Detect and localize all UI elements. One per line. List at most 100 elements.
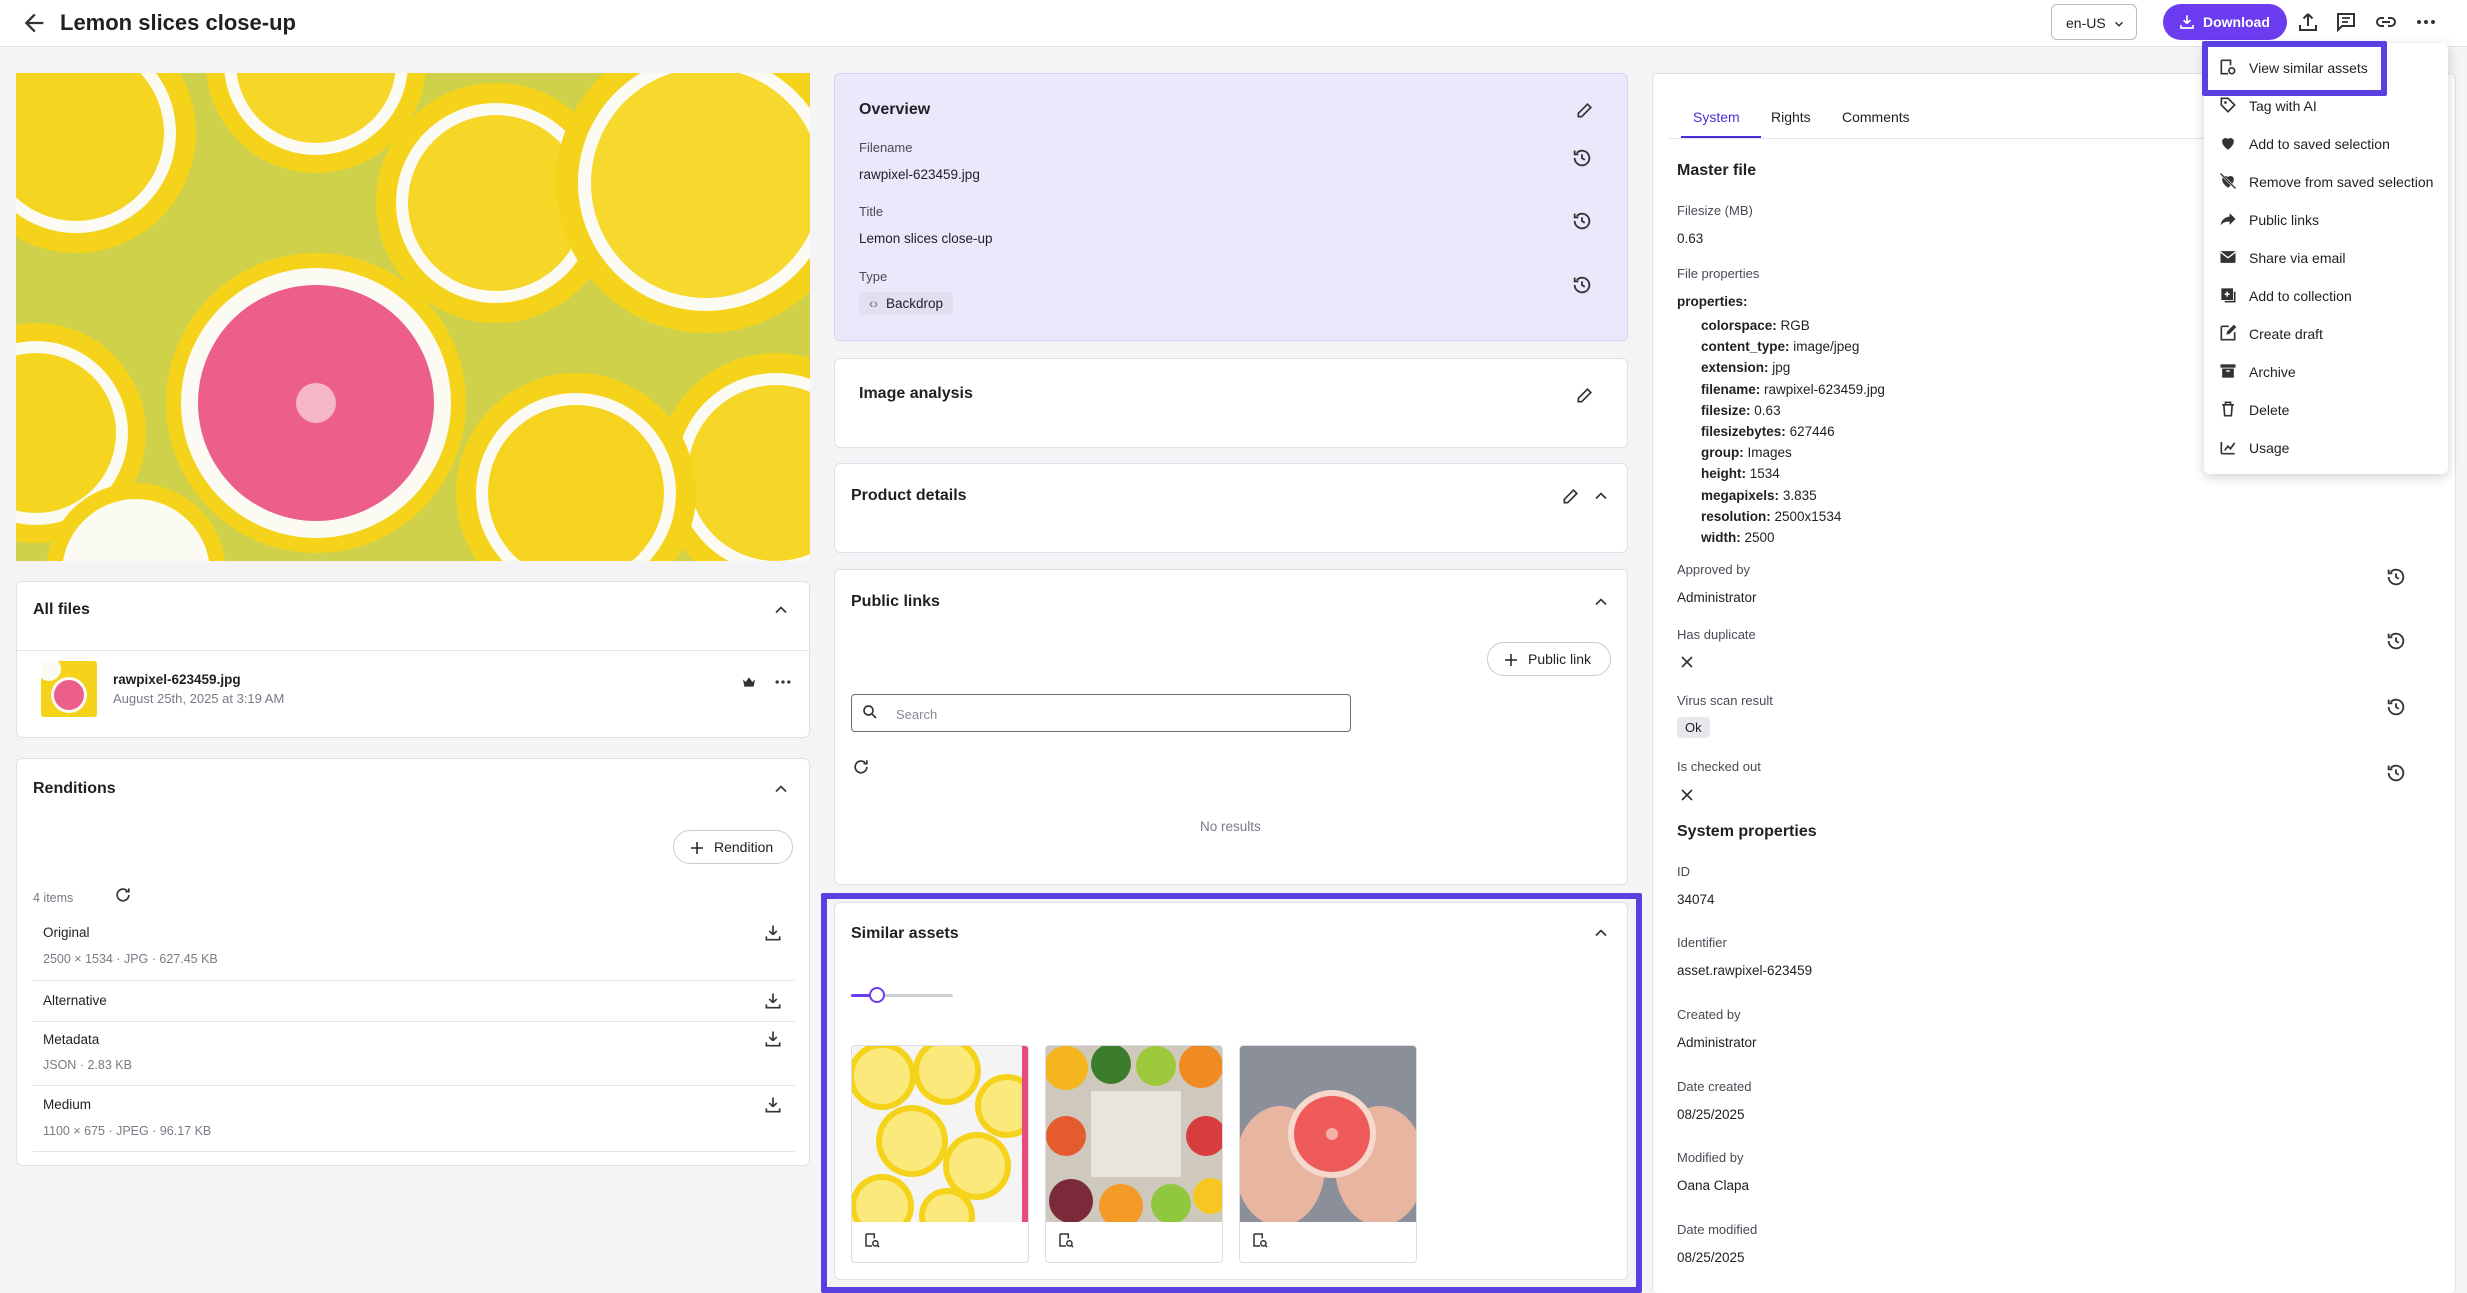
property-key: colorspace: bbox=[1701, 318, 1777, 333]
overview-title: Overview bbox=[859, 101, 931, 118]
property-key: filesize: bbox=[1701, 402, 1751, 418]
download-button[interactable]: Download bbox=[2163, 4, 2287, 40]
property-value: 0.63 bbox=[1754, 402, 1781, 418]
modified-by-label: Modified by bbox=[1677, 1150, 1744, 1165]
language-select[interactable]: en-US bbox=[2051, 4, 2137, 40]
back-arrow-icon[interactable] bbox=[20, 9, 48, 37]
heart-off-icon bbox=[2218, 171, 2238, 191]
menu-item-usage[interactable]: Usage bbox=[2204, 428, 2448, 466]
add-rendition-button[interactable]: Rendition bbox=[673, 830, 793, 864]
property-value: RGB bbox=[1780, 318, 1810, 333]
menu-item-remove-from-saved-selection[interactable]: Remove from saved selection bbox=[2204, 162, 2448, 200]
public-links-title: Public links bbox=[851, 593, 940, 610]
type-value: Backdrop bbox=[886, 296, 944, 311]
rendition-name: Original bbox=[43, 925, 90, 940]
properties-heading: properties: bbox=[1677, 294, 1748, 309]
created-by-label: Created by bbox=[1677, 1007, 1741, 1022]
history-icon[interactable] bbox=[2385, 696, 2409, 720]
refresh-icon[interactable] bbox=[113, 885, 137, 909]
menu-item-label: Create draft bbox=[2249, 326, 2323, 342]
menu-item-label: Delete bbox=[2249, 402, 2290, 418]
has-duplicate-label: Has duplicate bbox=[1677, 627, 1756, 642]
language-value: en-US bbox=[2066, 15, 2106, 31]
divider bbox=[33, 980, 795, 981]
menu-item-share-via-email[interactable]: Share via email bbox=[2204, 238, 2448, 276]
chevron-up-icon[interactable] bbox=[771, 779, 795, 803]
crown-icon bbox=[741, 674, 765, 698]
id-label: ID bbox=[1677, 864, 1690, 879]
asset-preview-image bbox=[16, 73, 810, 561]
more-actions-menu: View similar assets Tag with AI Add to sav… bbox=[2204, 43, 2448, 474]
history-icon[interactable] bbox=[2385, 566, 2409, 590]
history-icon[interactable] bbox=[1571, 147, 1595, 171]
image-analysis-card: Image analysis bbox=[834, 358, 1628, 448]
history-icon[interactable] bbox=[2385, 762, 2409, 786]
download-icon[interactable] bbox=[763, 1029, 787, 1053]
history-icon[interactable] bbox=[1571, 210, 1595, 234]
upload-icon[interactable] bbox=[2296, 10, 2322, 36]
date-created-value: 08/25/2025 bbox=[1677, 1107, 1745, 1122]
download-icon[interactable] bbox=[763, 991, 787, 1015]
property-value: 627446 bbox=[1789, 424, 1835, 439]
edit-pencil-icon[interactable] bbox=[1575, 385, 1599, 409]
edit-pencil-icon[interactable] bbox=[1575, 100, 1599, 124]
date-modified-value: 08/25/2025 bbox=[1677, 1250, 1745, 1265]
plus-icon bbox=[688, 839, 706, 857]
menu-item-archive[interactable]: Archive bbox=[2204, 352, 2448, 390]
property-value: 3.835 bbox=[1782, 487, 1817, 503]
property-value: rawpixel-623459.jpg bbox=[1764, 381, 1885, 397]
renditions-title: Renditions bbox=[33, 780, 116, 797]
history-icon[interactable] bbox=[1571, 274, 1595, 298]
tab-rights[interactable]: Rights bbox=[1771, 109, 1811, 125]
link-icon[interactable] bbox=[2374, 10, 2400, 36]
menu-item-label: Remove from saved selection bbox=[2249, 174, 2434, 190]
menu-item-create-draft[interactable]: Create draft bbox=[2204, 314, 2448, 352]
download-icon[interactable] bbox=[763, 1095, 787, 1119]
type-chip: ‹› Backdrop bbox=[859, 292, 954, 315]
public-links-search-input[interactable]: Search bbox=[851, 694, 1351, 732]
code-icon: ‹› bbox=[869, 296, 878, 311]
property-value: image/jpeg bbox=[1793, 339, 1860, 355]
comment-icon[interactable] bbox=[2334, 10, 2360, 36]
history-icon[interactable] bbox=[2385, 630, 2409, 654]
search-placeholder: Search bbox=[896, 707, 938, 722]
file-thumbnail[interactable] bbox=[41, 661, 97, 717]
chevron-up-icon[interactable] bbox=[1591, 592, 1615, 616]
chevron-up-icon[interactable] bbox=[1591, 486, 1615, 510]
add-public-link-label: Public link bbox=[1528, 651, 1592, 667]
file-more-icon[interactable] bbox=[773, 672, 797, 696]
renditions-card: Renditions Rendition 4 items Original 25… bbox=[16, 758, 810, 1166]
share-arrow-icon bbox=[2218, 209, 2238, 229]
chevron-up-icon[interactable] bbox=[771, 600, 795, 624]
divider bbox=[33, 1021, 795, 1022]
search-icon bbox=[861, 703, 879, 721]
more-options-icon[interactable] bbox=[2414, 10, 2440, 36]
menu-item-delete[interactable]: Delete bbox=[2204, 390, 2448, 428]
menu-item-add-to-saved-selection[interactable]: Add to saved selection bbox=[2204, 124, 2448, 162]
property-row: resolution: 2500x1534 bbox=[1701, 509, 1841, 524]
add-public-link-button[interactable]: Public link bbox=[1487, 642, 1611, 676]
file-name[interactable]: rawpixel-623459.jpg bbox=[113, 672, 241, 687]
edit-pencil-icon[interactable] bbox=[1561, 486, 1585, 510]
property-value: 2500x1534 bbox=[1774, 508, 1842, 524]
date-modified-label: Date modified bbox=[1677, 1222, 1758, 1237]
tab-system[interactable]: System bbox=[1693, 109, 1740, 125]
menu-item-label: Add to collection bbox=[2249, 288, 2352, 304]
property-key: extension: bbox=[1701, 360, 1769, 376]
property-key: filename: bbox=[1701, 381, 1761, 397]
property-value: 2500 bbox=[1744, 530, 1775, 545]
download-icon[interactable] bbox=[763, 923, 787, 947]
menu-item-add-to-collection[interactable]: Add to collection bbox=[2204, 276, 2448, 314]
type-label: Type bbox=[859, 269, 888, 284]
edit-square-icon bbox=[2218, 323, 2238, 343]
menu-item-public-links[interactable]: Public links bbox=[2204, 200, 2448, 238]
property-key: group: bbox=[1701, 445, 1744, 461]
property-key: resolution: bbox=[1701, 508, 1771, 524]
refresh-icon[interactable] bbox=[851, 757, 875, 781]
property-row: extension: jpg bbox=[1701, 360, 1790, 375]
modified-by-value: Oana Clapa bbox=[1677, 1178, 1750, 1193]
menu-item-label: Share via email bbox=[2249, 250, 2346, 266]
tab-comments[interactable]: Comments bbox=[1842, 109, 1910, 125]
created-by-value: Administrator bbox=[1677, 1035, 1757, 1050]
id-value: 34074 bbox=[1677, 892, 1715, 907]
